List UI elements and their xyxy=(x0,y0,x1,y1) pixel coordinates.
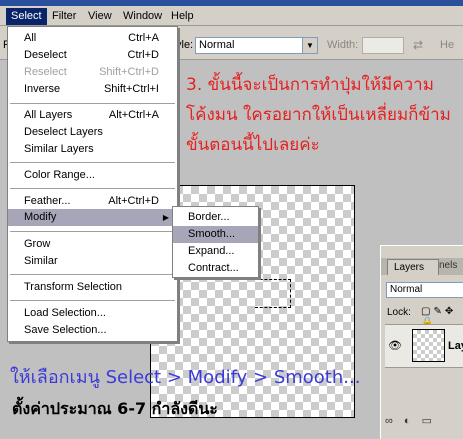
menu-item-label: Similar Layers xyxy=(24,143,94,155)
menu-item-shortcut: Alt+Ctrl+D xyxy=(108,195,159,207)
menu-separator xyxy=(10,231,175,232)
menu-item-shortcut: Alt+Ctrl+A xyxy=(108,109,159,121)
menu-item-similar-layers[interactable]: Similar Layers xyxy=(8,141,177,158)
menu-item-label: Feather... xyxy=(24,195,71,207)
style-value: Normal xyxy=(199,39,235,51)
menu-filter[interactable]: Filter xyxy=(47,8,81,25)
layer-row[interactable]: 👁 Lay xyxy=(385,324,463,368)
layers-panel: Layers nels Normal Lock: ▢✎✥🔒 👁 Lay ∞ ◐ … xyxy=(380,245,463,439)
menu-item-label: Deselect xyxy=(24,49,67,61)
annotation-instruction: ให้เลือกเมนู Select > Modify > Smooth... xyxy=(10,367,361,388)
tab-channels[interactable]: nels xyxy=(439,260,457,271)
menu-item-transform-selection[interactable]: Transform Selection xyxy=(8,279,177,296)
menu-item-similar[interactable]: Similar xyxy=(8,253,177,270)
menu-separator xyxy=(10,103,175,104)
tab-layers[interactable]: Layers xyxy=(387,259,439,275)
annotation-step3-line1: 3. ขั้นนี้จะเป็นการทำปุ่มให้มีความ xyxy=(186,75,434,95)
submenu-item-label: Smooth... xyxy=(188,228,236,240)
eye-icon[interactable]: 👁 xyxy=(388,339,402,352)
menu-item-color-range[interactable]: Color Range... xyxy=(8,167,177,184)
menu-item-label: Reselect xyxy=(24,66,67,78)
menu-item-label: Grow xyxy=(24,238,51,250)
width-input[interactable] xyxy=(362,37,404,54)
style-select[interactable]: Normal ▼ xyxy=(195,37,318,54)
menu-item-deselect[interactable]: Deselect Ctrl+D xyxy=(8,47,177,64)
menu-separator xyxy=(10,188,175,189)
style-label: yle: xyxy=(176,39,194,51)
menu-bar: Select Filter View Window Help xyxy=(0,6,463,26)
submenu-item-expand[interactable]: Expand... xyxy=(173,243,258,260)
submenu-item-border[interactable]: Border... xyxy=(173,209,258,226)
menu-item-shortcut: Shift+Ctrl+D xyxy=(99,66,159,78)
menu-item-label: Load Selection... xyxy=(24,307,106,319)
menu-separator xyxy=(10,274,175,275)
annotation-step3-line2: โค้งมน ใครอยากให้เป็นเหลี่ยมก็ข้าม xyxy=(186,105,451,125)
menu-item-save-selection[interactable]: Save Selection... xyxy=(8,322,177,339)
menu-item-label: Inverse xyxy=(24,83,61,95)
menu-separator xyxy=(10,162,175,163)
layers-bottom-icons[interactable]: ∞ ◐ ▭ xyxy=(385,414,436,427)
menu-item-label: All xyxy=(24,32,37,44)
submenu-item-label: Border... xyxy=(188,211,230,223)
menu-separator xyxy=(10,300,175,301)
menu-item-deselect-layers[interactable]: Deselect Layers xyxy=(8,124,177,141)
chevron-down-icon: ▼ xyxy=(302,38,317,53)
annotation-step3-line3: ขั้นตอนนี้ไปเลยค่ะ xyxy=(186,135,320,155)
menu-item-grow[interactable]: Grow xyxy=(8,236,177,253)
menu-window[interactable]: Window xyxy=(118,8,167,25)
menu-item-label: All Layers xyxy=(24,109,73,121)
menu-item-label: Deselect Layers xyxy=(24,126,103,138)
height-label: He xyxy=(440,39,455,51)
menu-item-modify[interactable]: Modify ▶ xyxy=(8,209,177,226)
swap-icon[interactable]: ⇄ xyxy=(413,38,423,52)
lock-label: Lock: xyxy=(387,307,411,318)
menu-item-label: Save Selection... xyxy=(24,324,107,336)
menu-help[interactable]: Help xyxy=(166,8,199,25)
layer-thumbnail xyxy=(412,329,445,362)
menu-item-inverse[interactable]: Inverse Shift+Ctrl+I xyxy=(8,81,177,98)
menu-item-shortcut: Ctrl+A xyxy=(128,32,159,44)
selection-marquee xyxy=(255,279,291,308)
menu-select[interactable]: Select xyxy=(6,8,47,25)
submenu-item-label: Contract... xyxy=(188,262,239,274)
menu-item-shortcut: Shift+Ctrl+I xyxy=(103,83,159,95)
layer-name: Lay xyxy=(448,340,463,352)
menu-item-feather[interactable]: Feather... Alt+Ctrl+D xyxy=(8,193,177,210)
menu-item-reselect: Reselect Shift+Ctrl+D xyxy=(8,64,177,81)
select-menu: All Ctrl+A Deselect Ctrl+D Reselect Shif… xyxy=(7,26,178,342)
menu-item-load-selection[interactable]: Load Selection... xyxy=(8,305,177,322)
menu-item-label: Similar xyxy=(24,255,58,267)
menu-item-label: Modify xyxy=(24,211,57,223)
menu-item-shortcut: Ctrl+D xyxy=(127,49,159,61)
menu-item-label: Transform Selection xyxy=(24,281,123,293)
submenu-item-smooth[interactable]: Smooth... xyxy=(173,226,258,243)
submenu-item-contract[interactable]: Contract... xyxy=(173,260,258,277)
menu-item-all-layers[interactable]: All Layers Alt+Ctrl+A xyxy=(8,107,177,124)
blend-mode-select[interactable]: Normal xyxy=(386,282,463,298)
menu-item-label: Color Range... xyxy=(24,169,95,181)
modify-submenu: Border... Smooth... Expand... Contract..… xyxy=(172,206,259,278)
chevron-right-icon: ▶ xyxy=(162,213,169,222)
submenu-item-label: Expand... xyxy=(188,245,235,257)
width-label: Width: xyxy=(327,39,359,51)
menu-view[interactable]: View xyxy=(83,8,117,25)
annotation-hint: ตั้งค่าประมาณ 6-7 กำลังดีนะ xyxy=(12,399,218,418)
annotation-step3: 3. ขั้นนี้จะเป็นการทำปุ่มให้มีความ โค้งม… xyxy=(186,70,456,160)
menu-item-all[interactable]: All Ctrl+A xyxy=(8,30,177,47)
